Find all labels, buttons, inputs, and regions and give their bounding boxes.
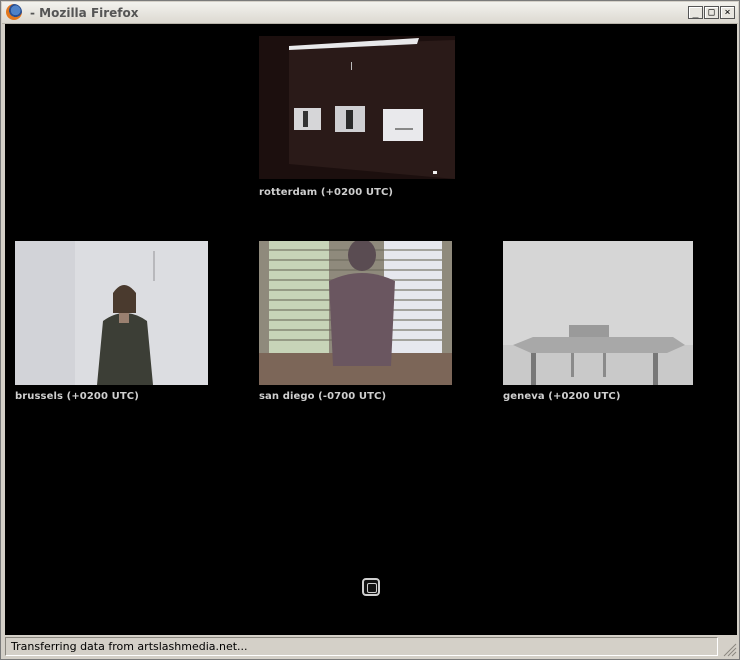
brussels-feed-image <box>15 241 208 385</box>
window-title: - Mozilla Firefox <box>30 6 139 20</box>
camera-feed-brussels[interactable]: brussels (+0200 UTC) <box>15 241 208 406</box>
camera-feed-rotterdam[interactable]: rotterdam (+0200 UTC) <box>259 36 455 201</box>
close-button[interactable]: × <box>720 6 735 19</box>
camera-feed-san-diego[interactable]: san diego (-0700 UTC) <box>259 241 452 406</box>
rotterdam-feed-image <box>259 36 455 179</box>
browser-window: - Mozilla Firefox _ □ × rotterdam (+0200… <box>0 0 740 660</box>
status-text: Transferring data from artslashmedia.net… <box>11 640 248 653</box>
camera-label-san-diego: san diego (-0700 UTC) <box>259 391 387 402</box>
geneva-feed-image <box>503 241 693 385</box>
page-content: rotterdam (+0200 UTC) brussels (+0200 UT… <box>5 24 737 635</box>
san-diego-feed-image <box>259 241 452 385</box>
camera-label-brussels: brussels (+0200 UTC) <box>15 391 139 402</box>
camera-label-geneva: geneva (+0200 UTC) <box>503 391 621 402</box>
title-bar[interactable]: - Mozilla Firefox _ □ × <box>2 2 738 24</box>
loading-plugin-icon[interactable] <box>362 578 380 596</box>
resize-grip-icon[interactable] <box>721 641 737 657</box>
firefox-logo-icon <box>6 4 22 20</box>
minimize-button[interactable]: _ <box>688 6 703 19</box>
camera-label-rotterdam: rotterdam (+0200 UTC) <box>259 187 394 198</box>
maximize-button[interactable]: □ <box>704 6 719 19</box>
camera-feed-geneva[interactable]: geneva (+0200 UTC) <box>503 241 693 406</box>
status-bar: Transferring data from artslashmedia.net… <box>5 637 718 656</box>
